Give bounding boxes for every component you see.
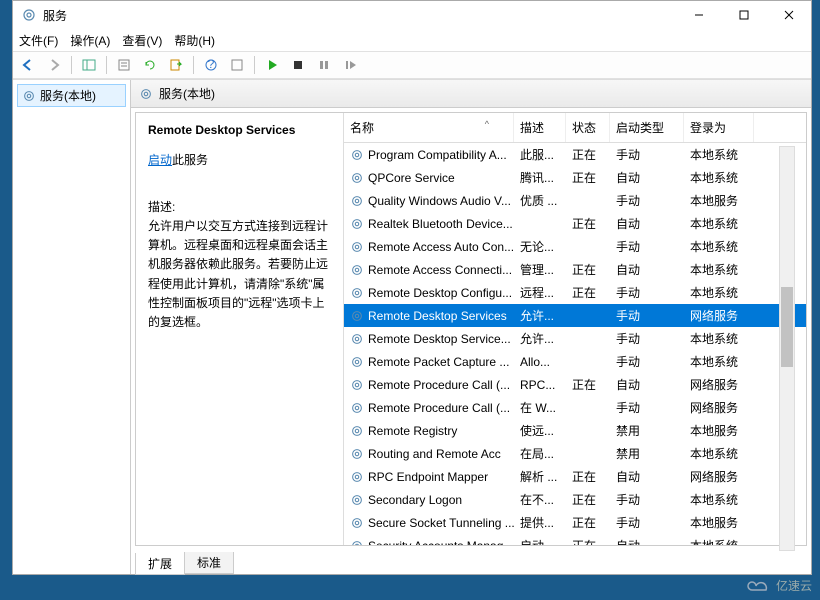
export-icon[interactable] [165,54,187,76]
services-window: 服务 文件(F) 操作(A) 查看(V) 帮助(H) ? [12,0,812,575]
col-desc[interactable]: 描述 [514,113,566,142]
help-icon[interactable]: ? [200,54,222,76]
service-row[interactable]: Security Accounts Manag启动...正在自动本地系统 [344,534,806,545]
service-row[interactable]: Remote Packet Capture ...Allo...手动本地系统 [344,350,806,373]
view-tabs: 扩展 标准 [131,550,811,574]
back-button[interactable] [17,54,39,76]
close-button[interactable] [766,1,811,29]
watermark: 亿速云 [746,577,812,594]
service-row[interactable]: Remote Access Auto Con...无论...手动本地系统 [344,235,806,258]
vertical-scrollbar[interactable] [779,146,795,551]
sort-indicator-icon: ^ [485,119,489,129]
menu-action[interactable]: 操作(A) [70,32,110,49]
start-service-link[interactable]: 启动 [148,153,172,167]
svg-text:?: ? [208,58,215,71]
detail-pane: Remote Desktop Services 启动此服务 描述: 允许用户以交… [136,113,344,545]
description-label: 描述: [148,198,331,215]
menu-help[interactable]: 帮助(H) [174,32,215,49]
restart-service-button[interactable] [339,54,361,76]
service-row[interactable]: Routing and Remote Acc在局...禁用本地系统 [344,442,806,465]
console-tree: 服务(本地) [13,80,131,574]
start-service-button[interactable] [261,54,283,76]
selected-service-title: Remote Desktop Services [148,123,331,137]
service-row[interactable]: Quality Windows Audio V...优质 ...手动本地服务 [344,189,806,212]
service-row[interactable]: Program Compatibility A...此服...正在手动本地系统 [344,143,806,166]
service-row[interactable]: Remote Registry使远...禁用本地服务 [344,419,806,442]
main-header: 服务(本地) [131,80,811,108]
service-row[interactable]: Remote Desktop Service...允许...手动本地系统 [344,327,806,350]
tab-standard[interactable]: 标准 [184,552,234,574]
column-headers: 名称^ 描述 状态 启动类型 登录为 [344,113,806,143]
tab-extended[interactable]: 扩展 [135,553,185,575]
description-text: 允许用户以交互方式连接到远程计算机。远程桌面和远程桌面会话主机服务器依赖此服务。… [148,217,331,332]
col-startup[interactable]: 启动类型 [610,113,684,142]
maximize-button[interactable] [721,1,766,29]
services-app-icon [21,7,37,23]
menubar: 文件(F) 操作(A) 查看(V) 帮助(H) [13,29,811,51]
service-row[interactable]: Remote Desktop Configu...远程...正在手动本地系统 [344,281,806,304]
window-title: 服务 [43,7,676,24]
service-row[interactable]: Secure Socket Tunneling ...提供...正在手动本地服务 [344,511,806,534]
minimize-button[interactable] [676,1,721,29]
titlebar[interactable]: 服务 [13,1,811,29]
service-row[interactable]: RPC Endpoint Mapper解析 ...正在自动网络服务 [344,465,806,488]
stop-service-button[interactable] [287,54,309,76]
show-hide-tree-button[interactable] [78,54,100,76]
col-name[interactable]: 名称^ [344,113,514,142]
services-list: 名称^ 描述 状态 启动类型 登录为 Program Compatibility… [344,113,806,545]
toolbar: ? [13,51,811,79]
view-icon[interactable] [226,54,248,76]
service-row[interactable]: QPCore Service腾讯...正在自动本地系统 [344,166,806,189]
properties-icon[interactable] [113,54,135,76]
tree-node-services-local[interactable]: 服务(本地) [17,84,126,107]
scrollbar-thumb[interactable] [781,287,793,367]
menu-view[interactable]: 查看(V) [122,32,162,49]
service-row[interactable]: Remote Procedure Call (...RPC...正在自动网络服务 [344,373,806,396]
menu-file[interactable]: 文件(F) [19,32,58,49]
service-row[interactable]: Remote Access Connecti...管理...正在自动本地系统 [344,258,806,281]
refresh-icon[interactable] [139,54,161,76]
service-row[interactable]: Secondary Logon在不...正在手动本地系统 [344,488,806,511]
service-row[interactable]: Remote Desktop Services允许...手动网络服务 [344,304,806,327]
service-row[interactable]: Remote Procedure Call (...在 W...手动网络服务 [344,396,806,419]
service-row[interactable]: Realtek Bluetooth Device...正在自动本地系统 [344,212,806,235]
col-state[interactable]: 状态 [566,113,610,142]
col-logon[interactable]: 登录为 [684,113,754,142]
pause-service-button[interactable] [313,54,335,76]
forward-button[interactable] [43,54,65,76]
